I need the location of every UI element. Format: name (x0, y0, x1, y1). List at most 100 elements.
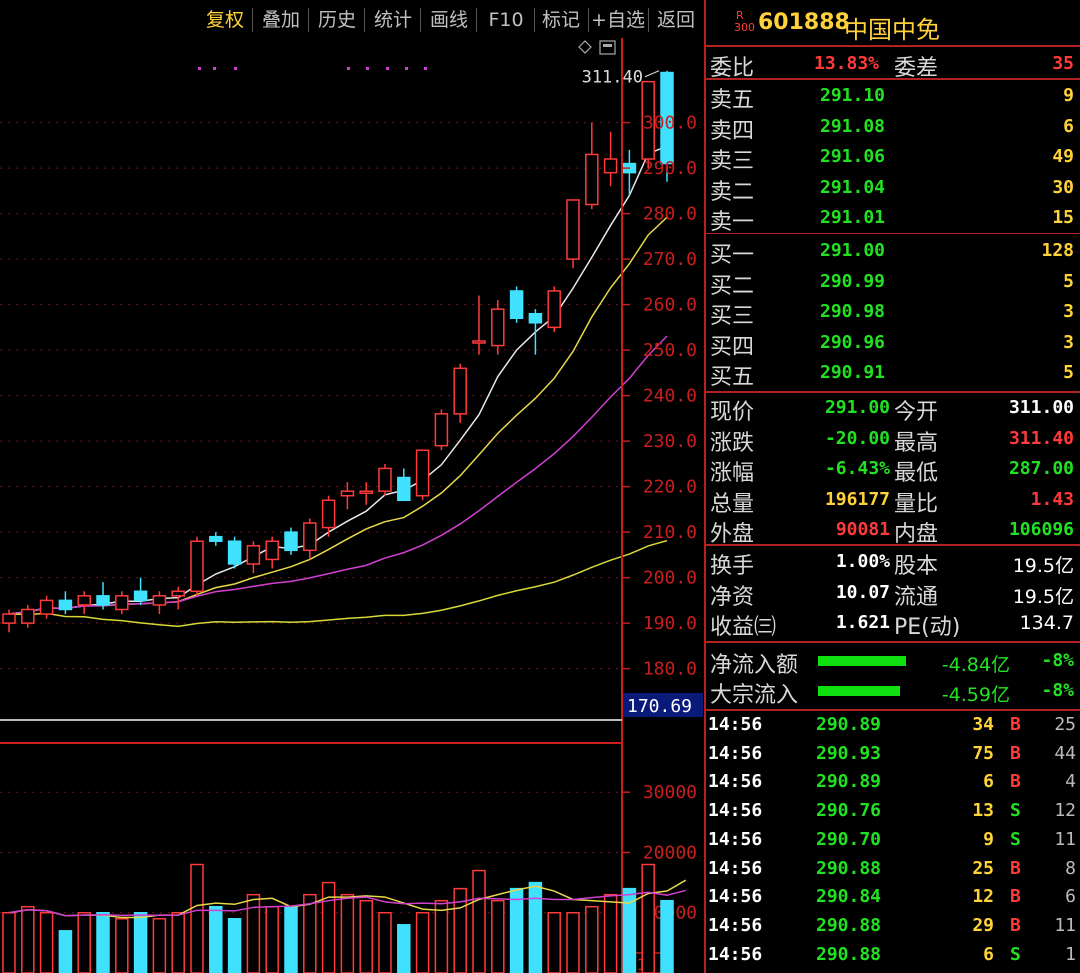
bid-price: 290.91 (820, 362, 886, 383)
window-icon[interactable] (599, 40, 616, 55)
fundamental-value: 19.5亿 (1012, 585, 1074, 608)
back-button[interactable]: 返回 (652, 6, 700, 34)
candle-up (21, 608, 35, 624)
ask-price: 291.08 (820, 115, 886, 137)
tick-row[interactable]: 14:56 290.88 6 S 1 (704, 944, 1080, 970)
candle-down (96, 595, 110, 606)
volume-bar-up (2, 911, 16, 973)
tick-side: S (1010, 800, 1021, 822)
tick-row[interactable]: 14:56 290.70 9 S 11 (704, 829, 1080, 855)
tick-time: 14:56 (708, 714, 763, 735)
fundamental-label: 收益㈢ (710, 615, 777, 640)
price-tick-label: 200.0 (643, 568, 697, 589)
tick-price: 290.89 (816, 771, 882, 793)
candle-up (303, 522, 317, 552)
tick-time: 14:56 (708, 800, 763, 822)
volume-bar-up (321, 881, 336, 973)
restore-rights-button[interactable]: 复权 (200, 6, 250, 34)
price-tick-label: 220.0 (643, 477, 697, 498)
overlay-button[interactable]: 叠加 (256, 6, 306, 34)
tick-row[interactable]: 14:56 290.88 29 B 11 (704, 915, 1080, 941)
fundamental-label: 换手 (710, 554, 755, 579)
ask-label: 卖一 (710, 210, 755, 235)
quote-value: 291.00 (824, 397, 890, 418)
candle-down (397, 476, 411, 502)
quote-value: 196177 (824, 488, 890, 510)
quote-label: 涨跌 (710, 430, 755, 456)
price-tick-label: 240.0 (643, 386, 697, 407)
tick-volume: 6 (983, 771, 994, 793)
quote-label: 今开 (894, 400, 939, 425)
fundamental-label: 净资 (710, 584, 755, 610)
signal-dot (386, 67, 389, 70)
bid-price: 291.00 (820, 240, 886, 261)
kline-chart[interactable]: 311.40 300.0 290.0 280.0 270.0 260.0 250.0 240… (0, 38, 704, 973)
quote-value: 106096 (1008, 519, 1074, 540)
diamond-icon[interactable] (578, 40, 592, 54)
price-tick-label: 180.0 (643, 659, 697, 680)
candle-up (453, 367, 467, 415)
tick-price: 290.89 (816, 714, 882, 735)
add-watchlist-button[interactable]: +自选 (590, 6, 646, 34)
f10-button[interactable]: F10 (480, 6, 532, 34)
tick-row[interactable]: 14:56 290.76 13 S 12 (704, 800, 1080, 826)
candle-down (284, 531, 298, 552)
volume-bar-down (209, 905, 223, 973)
price-tick-label: 210.0 (643, 522, 697, 543)
ask-volume: 49 (1052, 146, 1074, 167)
history-button[interactable]: 历史 (312, 6, 362, 34)
tick-volume: 34 (972, 714, 994, 735)
ask-price: 291.04 (820, 176, 886, 198)
tick-row[interactable]: 14:56 290.89 6 B 4 (704, 771, 1080, 797)
ask-volume: 9 (1063, 85, 1074, 106)
ma20-line (8, 335, 668, 615)
draw-line-button[interactable]: 画线 (424, 6, 474, 34)
fundamental-label: PE(动) (894, 615, 961, 640)
tick-row[interactable]: 14:56 290.84 12 B 6 (704, 886, 1080, 912)
volume-bar-up (491, 899, 505, 973)
quote-value: 287.00 (1008, 458, 1074, 479)
volume-bar-up (641, 863, 655, 973)
volume-bar-up (77, 911, 91, 973)
candle-up (359, 490, 373, 494)
volume-bar-up (265, 905, 279, 973)
candle-up (246, 545, 261, 565)
candle-up (378, 467, 392, 492)
volume-bar-down (227, 918, 242, 973)
fundamental-value: 1.00% (835, 551, 890, 572)
tick-volume: 9 (983, 828, 994, 850)
candle-down (58, 599, 73, 611)
volume-bar-up (190, 863, 204, 973)
bid-volume: 128 (1041, 240, 1074, 261)
stock-name: 中国中免 (844, 16, 940, 44)
tick-time: 14:56 (708, 771, 763, 793)
flow-value: -4.84亿 (941, 654, 1010, 676)
candle-up (77, 595, 91, 606)
bid-price: 290.96 (820, 331, 886, 353)
fundamental-value: 1.621 (835, 612, 890, 633)
tick-count: 4 (1065, 771, 1076, 793)
tick-count: 25 (1054, 714, 1076, 735)
volume-bar-down (133, 911, 148, 973)
tick-price: 290.70 (816, 828, 882, 850)
tick-count: 8 (1065, 857, 1076, 879)
ask-price: 291.10 (820, 85, 886, 106)
volume-bar-up (434, 899, 449, 973)
tick-row[interactable]: 14:56 290.93 75 B 44 (704, 743, 1080, 769)
volume-bar-down (397, 924, 411, 973)
tick-price: 290.88 (816, 943, 882, 965)
mark-button[interactable]: 标记 (538, 6, 584, 34)
tick-row[interactable]: 14:56 290.88 25 B 8 (704, 858, 1080, 884)
tick-row[interactable]: 14:56 290.89 34 B 25 (704, 714, 1080, 740)
candle-up (321, 499, 336, 529)
quote-value: 311.40 (1008, 427, 1074, 449)
ask-price: 291.01 (820, 207, 886, 228)
tick-time: 14:56 (708, 742, 763, 764)
quote-value: 311.00 (1008, 397, 1074, 418)
bid-volume: 5 (1063, 362, 1074, 383)
weicha-value: 35 (1052, 53, 1074, 74)
volume-tick-label: 20000 (643, 842, 697, 863)
tick-volume: 6 (983, 943, 994, 965)
statistics-button[interactable]: 统计 (368, 6, 418, 34)
current-price-label: 170.69 (627, 696, 692, 717)
